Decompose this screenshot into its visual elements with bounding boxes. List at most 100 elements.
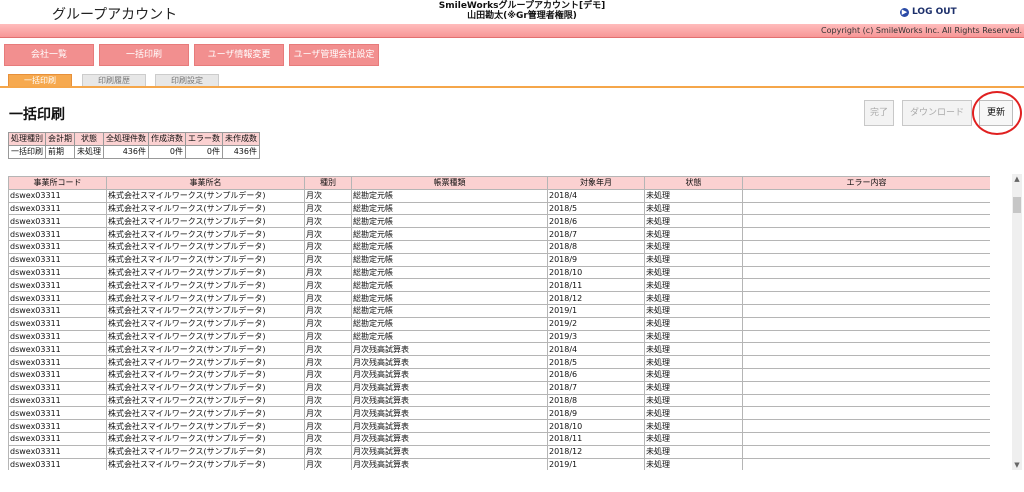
table-row[interactable]: dswex03311 株式会社スマイルワークス(サンプルデータ) 月次 月次残高試算表… [8,393,990,408]
table-row[interactable]: dswex03311 株式会社スマイルワークス(サンプルデータ) 月次 総勘定元帳 20… [8,201,990,216]
menu-user-info-button[interactable]: ユーザ情報変更 [194,44,284,66]
demo-title-line1: SmileWorksグループアカウント[デモ] [438,1,606,11]
table-row[interactable]: dswex03311 株式会社スマイルワークス(サンプルデータ) 月次 月次残高試算表… [8,419,990,433]
table-cell: 未処理 [644,239,743,254]
table-row[interactable]: dswex03311 株式会社スマイルワークス(サンプルデータ) 月次 総勘定元帳 20… [8,188,990,203]
table-cell [742,265,990,280]
table-cell: 総勘定元帳 [351,329,548,344]
table-cell: 月次 [304,227,352,241]
table-cell: 2018/6 [547,367,645,382]
table-cell [742,188,990,203]
table-cell: 月次残高試算表 [351,342,548,357]
scroll-down-icon[interactable]: ▼ [1012,460,1022,470]
grid-header-cell[interactable]: 対象年月 [547,176,645,190]
table-cell: 未処理 [644,201,743,216]
table-cell: 総勘定元帳 [351,303,548,318]
menu-user-company-settings-button[interactable]: ユーザ管理会社設定 [289,44,379,66]
grid-header-cell[interactable]: 状態 [644,176,743,190]
table-cell: 2018/10 [547,265,645,280]
table-cell: 未処理 [644,444,743,459]
table-cell: 2018/12 [547,444,645,459]
menu-company-list-button[interactable]: 会社一覧 [4,44,94,66]
table-cell: 2018/9 [547,252,645,267]
table-row[interactable]: dswex03311 株式会社スマイルワークス(サンプルデータ) 月次 総勘定元帳 20… [8,278,990,293]
table-row[interactable]: dswex03311 株式会社スマイルワークス(サンプルデータ) 月次 総勘定元帳 20… [8,227,990,241]
table-cell: 2018/12 [547,291,645,305]
grid-header-cell[interactable]: 事業所コード [8,176,107,190]
table-cell: 株式会社スマイルワークス(サンプルデータ) [106,214,305,229]
table-cell: 2018/11 [547,431,645,446]
table-row[interactable]: dswex03311 株式会社スマイルワークス(サンプルデータ) 月次 月次残高試算表… [8,367,990,382]
table-cell: 総勘定元帳 [351,252,548,267]
table-cell: 月次残高試算表 [351,444,548,459]
table-cell [742,252,990,267]
scroll-thumb[interactable] [1013,197,1021,213]
job-grid-container: 事業所コード 事業所名 種別 帳票種類 対象年月 状態 エラー内容 dswex0… [8,176,990,470]
job-grid: 事業所コード 事業所名 種別 帳票種類 対象年月 状態 エラー内容 dswex0… [8,176,990,470]
table-cell: 未処理 [644,380,743,395]
table-cell: 月次 [304,329,352,344]
table-cell: 月次 [304,406,352,421]
table-cell: 月次 [304,419,352,433]
demo-title-line2: 山田勘太(※Gr管理者権限) [467,11,577,21]
table-cell: 月次残高試算表 [351,367,548,382]
table-cell: dswex03311 [8,201,107,216]
table-cell: dswex03311 [8,380,107,395]
table-cell: 総勘定元帳 [351,278,548,293]
logout-button[interactable]: ▶ LOG OUT [900,7,957,17]
table-cell: dswex03311 [8,406,107,421]
table-row[interactable]: dswex03311 株式会社スマイルワークス(サンプルデータ) 月次 月次残高試算表… [8,380,990,395]
grid-scrollbar[interactable]: ▲ ▼ [1012,174,1022,470]
table-cell: 総勘定元帳 [351,188,548,203]
table-row[interactable]: dswex03311 株式会社スマイルワークス(サンプルデータ) 月次 総勘定元帳 20… [8,214,990,229]
table-row[interactable]: dswex03311 株式会社スマイルワークス(サンプルデータ) 月次 総勘定元帳 20… [8,303,990,318]
table-cell: 未処理 [644,316,743,331]
table-row[interactable]: dswex03311 株式会社スマイルワークス(サンプルデータ) 月次 総勘定元帳 20… [8,265,990,280]
table-row[interactable]: dswex03311 株式会社スマイルワークス(サンプルデータ) 月次 総勘定元帳 20… [8,291,990,305]
table-cell: 総勘定元帳 [351,316,548,331]
table-row[interactable]: dswex03311 株式会社スマイルワークス(サンプルデータ) 月次 総勘定元帳 20… [8,239,990,254]
table-cell [742,419,990,433]
table-cell: 株式会社スマイルワークス(サンプルデータ) [106,367,305,382]
table-cell: 2018/5 [547,355,645,369]
table-cell: 2019/1 [547,303,645,318]
table-cell: 未処理 [644,355,743,369]
table-cell [742,291,990,305]
table-cell [742,239,990,254]
table-cell: 株式会社スマイルワークス(サンプルデータ) [106,239,305,254]
table-cell: 2018/4 [547,188,645,203]
table-row[interactable]: dswex03311 株式会社スマイルワークス(サンプルデータ) 月次 総勘定元帳 20… [8,316,990,331]
grid-header-cell[interactable]: 事業所名 [106,176,305,190]
table-row[interactable]: dswex03311 株式会社スマイルワークス(サンプルデータ) 月次 月次残高試算表… [8,431,990,446]
table-cell: 2019/2 [547,316,645,331]
complete-button[interactable]: 完了 [864,100,894,126]
table-cell: dswex03311 [8,342,107,357]
table-row[interactable]: dswex03311 株式会社スマイルワークス(サンプルデータ) 月次 月次残高試算表… [8,444,990,459]
table-row[interactable]: dswex03311 株式会社スマイルワークス(サンプルデータ) 月次 月次残高試算表… [8,406,990,421]
grid-body: dswex03311 株式会社スマイルワークス(サンプルデータ) 月次 総勘定元帳 20… [8,188,990,470]
table-row[interactable]: dswex03311 株式会社スマイルワークス(サンプルデータ) 月次 総勘定元帳 20… [8,329,990,344]
table-cell: dswex03311 [8,457,107,470]
grid-header-cell[interactable]: エラー内容 [742,176,990,190]
menu-batch-print-button[interactable]: 一括印刷 [99,44,189,66]
table-row[interactable]: dswex03311 株式会社スマイルワークス(サンプルデータ) 月次 月次残高試算表… [8,457,990,470]
grid-header-cell[interactable]: 種別 [304,176,352,190]
table-cell [742,406,990,421]
table-cell: 2019/1 [547,457,645,470]
grid-header-cell[interactable]: 帳票種類 [351,176,548,190]
table-row[interactable]: dswex03311 株式会社スマイルワークス(サンプルデータ) 月次 月次残高試算表… [8,342,990,357]
table-cell: 2018/7 [547,227,645,241]
table-cell: 月次残高試算表 [351,380,548,395]
table-cell: dswex03311 [8,431,107,446]
download-button[interactable]: ダウンロード [902,100,972,126]
table-cell [742,380,990,395]
table-cell: 月次残高試算表 [351,457,548,470]
table-cell: 月次 [304,457,352,470]
table-row[interactable]: dswex03311 株式会社スマイルワークス(サンプルデータ) 月次 総勘定元帳 20… [8,252,990,267]
scroll-up-icon[interactable]: ▲ [1012,174,1022,184]
table-cell: 月次 [304,252,352,267]
table-cell: 月次残高試算表 [351,406,548,421]
table-cell: dswex03311 [8,278,107,293]
table-row[interactable]: dswex03311 株式会社スマイルワークス(サンプルデータ) 月次 月次残高試算表… [8,355,990,369]
table-cell: dswex03311 [8,316,107,331]
